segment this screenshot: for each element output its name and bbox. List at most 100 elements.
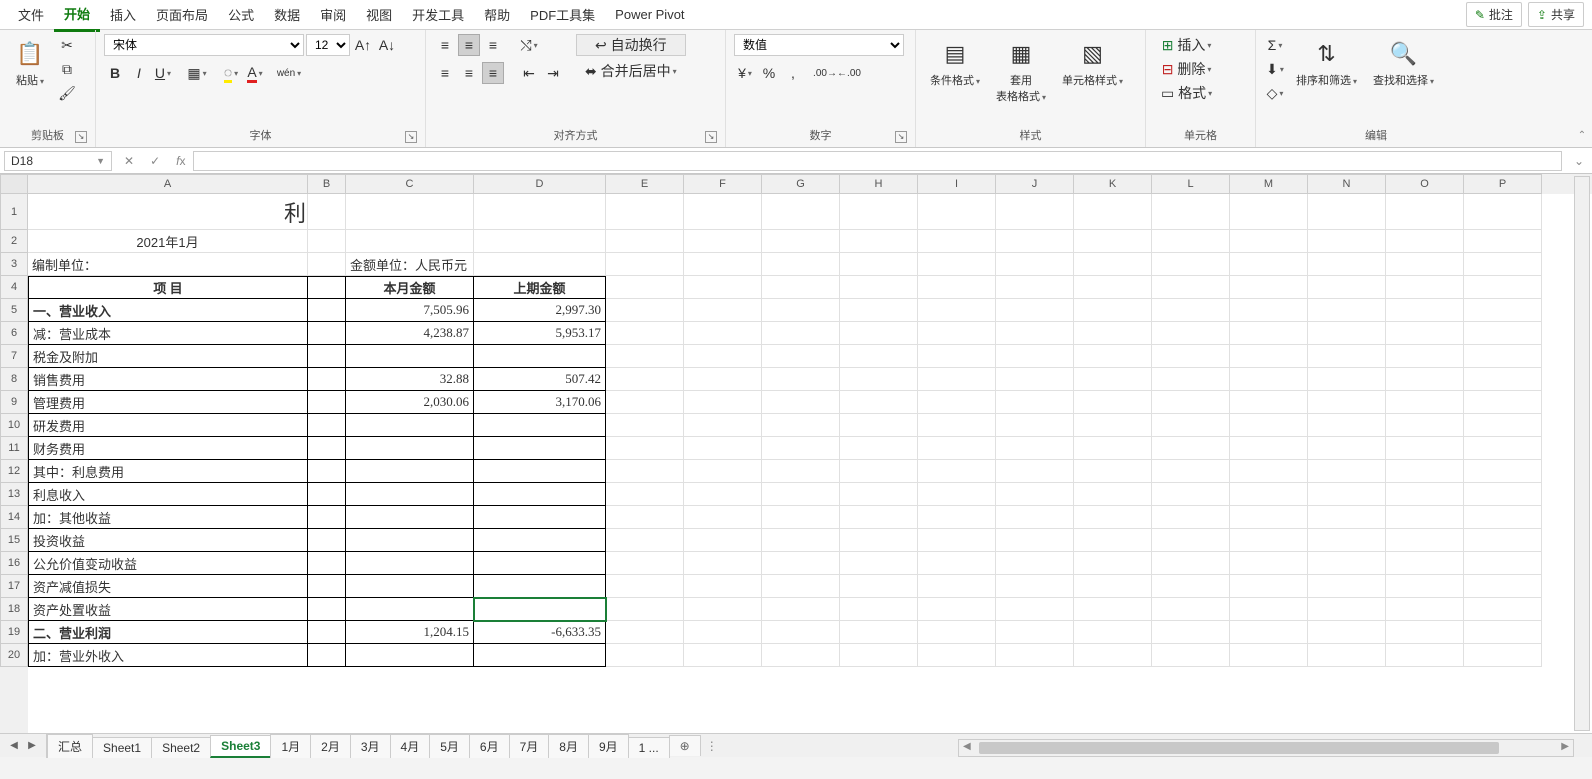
orientation-button[interactable]: ⤭ xyxy=(518,34,540,56)
cell[interactable] xyxy=(1308,506,1386,529)
cell[interactable] xyxy=(684,598,762,621)
cell[interactable] xyxy=(1308,230,1386,253)
cell[interactable] xyxy=(1152,322,1230,345)
cell[interactable] xyxy=(1386,299,1464,322)
cell[interactable] xyxy=(1230,483,1308,506)
cell[interactable] xyxy=(918,529,996,552)
row-header[interactable]: 10 xyxy=(0,414,28,437)
cell[interactable] xyxy=(996,483,1074,506)
align-middle-button[interactable]: ≡ xyxy=(458,34,480,56)
cell[interactable] xyxy=(918,253,996,276)
cell[interactable] xyxy=(1464,299,1542,322)
row-header[interactable]: 14 xyxy=(0,506,28,529)
col-header[interactable]: F xyxy=(684,174,762,194)
cell[interactable] xyxy=(606,483,684,506)
cell[interactable] xyxy=(840,621,918,644)
cell[interactable] xyxy=(1074,368,1152,391)
title-cell[interactable]: 利润表 xyxy=(28,194,308,230)
cell[interactable] xyxy=(762,276,840,299)
cell[interactable] xyxy=(1074,552,1152,575)
current-amount-cell[interactable]: 2,030.06 xyxy=(346,391,474,414)
cell[interactable] xyxy=(684,299,762,322)
cell[interactable] xyxy=(684,529,762,552)
current-amount-cell[interactable]: 32.88 xyxy=(346,368,474,391)
cell[interactable] xyxy=(1152,276,1230,299)
row-header[interactable]: 6 xyxy=(0,322,28,345)
cell[interactable] xyxy=(996,253,1074,276)
cell[interactable] xyxy=(308,621,346,644)
cell[interactable] xyxy=(308,506,346,529)
cell[interactable] xyxy=(1464,437,1542,460)
collapse-ribbon-button[interactable]: ⌃ xyxy=(1574,130,1590,144)
cell[interactable] xyxy=(1230,437,1308,460)
sheet-tab[interactable]: 7月 xyxy=(509,734,550,758)
cell[interactable] xyxy=(840,598,918,621)
align-left-button[interactable]: ≡ xyxy=(434,62,456,84)
row-header[interactable]: 15 xyxy=(0,529,28,552)
cell[interactable] xyxy=(1386,529,1464,552)
prev-amount-cell[interactable] xyxy=(474,483,606,506)
sheet-tab[interactable]: 2月 xyxy=(310,734,351,758)
current-amount-cell[interactable]: 7,505.96 xyxy=(346,299,474,322)
increase-font-button[interactable]: A↑ xyxy=(352,34,374,56)
item-cell[interactable]: 销售费用 xyxy=(28,368,308,391)
cell[interactable] xyxy=(606,529,684,552)
sheet-tab[interactable]: 汇总 xyxy=(47,734,93,758)
cell[interactable] xyxy=(840,194,918,230)
cell[interactable] xyxy=(1308,368,1386,391)
cell[interactable] xyxy=(918,437,996,460)
cell[interactable] xyxy=(1230,391,1308,414)
cell[interactable] xyxy=(1074,391,1152,414)
cell[interactable] xyxy=(606,368,684,391)
cell[interactable] xyxy=(762,621,840,644)
cell[interactable] xyxy=(606,414,684,437)
item-cell[interactable]: 管理费用 xyxy=(28,391,308,414)
underline-button[interactable]: U xyxy=(152,62,174,84)
cell[interactable] xyxy=(1308,322,1386,345)
prev-amount-cell[interactable] xyxy=(474,414,606,437)
item-cell[interactable]: 财务费用 xyxy=(28,437,308,460)
cell[interactable] xyxy=(1074,529,1152,552)
prev-amount-cell[interactable] xyxy=(474,552,606,575)
unit-right[interactable]: 金额单位：人民币元 xyxy=(346,253,474,276)
prev-amount-cell[interactable] xyxy=(474,598,606,621)
prev-amount-cell[interactable] xyxy=(474,506,606,529)
cell[interactable]: 上期金额 xyxy=(474,276,606,299)
cell[interactable] xyxy=(308,644,346,667)
cell[interactable] xyxy=(1464,506,1542,529)
cell[interactable] xyxy=(1230,552,1308,575)
sheet-tab[interactable]: 1月 xyxy=(270,734,311,758)
cell[interactable] xyxy=(1152,299,1230,322)
item-cell[interactable]: 加：营业外收入 xyxy=(28,644,308,667)
cell[interactable] xyxy=(1308,345,1386,368)
tab-formula[interactable]: 公式 xyxy=(218,0,264,30)
current-amount-cell[interactable] xyxy=(346,552,474,575)
comma-button[interactable]: , xyxy=(782,62,804,84)
row-header[interactable]: 12 xyxy=(0,460,28,483)
cell[interactable] xyxy=(1308,644,1386,667)
cell[interactable] xyxy=(840,460,918,483)
cell[interactable] xyxy=(1230,345,1308,368)
sheet-menu-button[interactable]: ⋮ xyxy=(700,739,724,753)
cell[interactable] xyxy=(762,322,840,345)
cell[interactable] xyxy=(1152,644,1230,667)
cell[interactable] xyxy=(918,276,996,299)
prev-amount-cell[interactable]: 5,953.17 xyxy=(474,322,606,345)
cancel-formula-button[interactable]: ✕ xyxy=(116,154,142,168)
number-format-select[interactable]: 数值 xyxy=(734,34,904,56)
cell[interactable] xyxy=(1230,299,1308,322)
col-header[interactable]: C xyxy=(346,174,474,194)
cell[interactable] xyxy=(684,506,762,529)
cell[interactable]: 项 目 xyxy=(28,276,308,299)
cell[interactable] xyxy=(1152,391,1230,414)
merge-center-button[interactable]: ⬌ 合并后居中 xyxy=(576,60,686,82)
item-cell[interactable]: 加：其他收益 xyxy=(28,506,308,529)
cell[interactable] xyxy=(996,437,1074,460)
sheet-tab[interactable]: 3月 xyxy=(350,734,391,758)
cell[interactable] xyxy=(1152,598,1230,621)
cell[interactable] xyxy=(684,194,762,230)
enter-formula-button[interactable]: ✓ xyxy=(142,154,168,168)
cell[interactable] xyxy=(1152,253,1230,276)
item-cell[interactable]: 减：营业成本 xyxy=(28,322,308,345)
cell[interactable] xyxy=(762,552,840,575)
